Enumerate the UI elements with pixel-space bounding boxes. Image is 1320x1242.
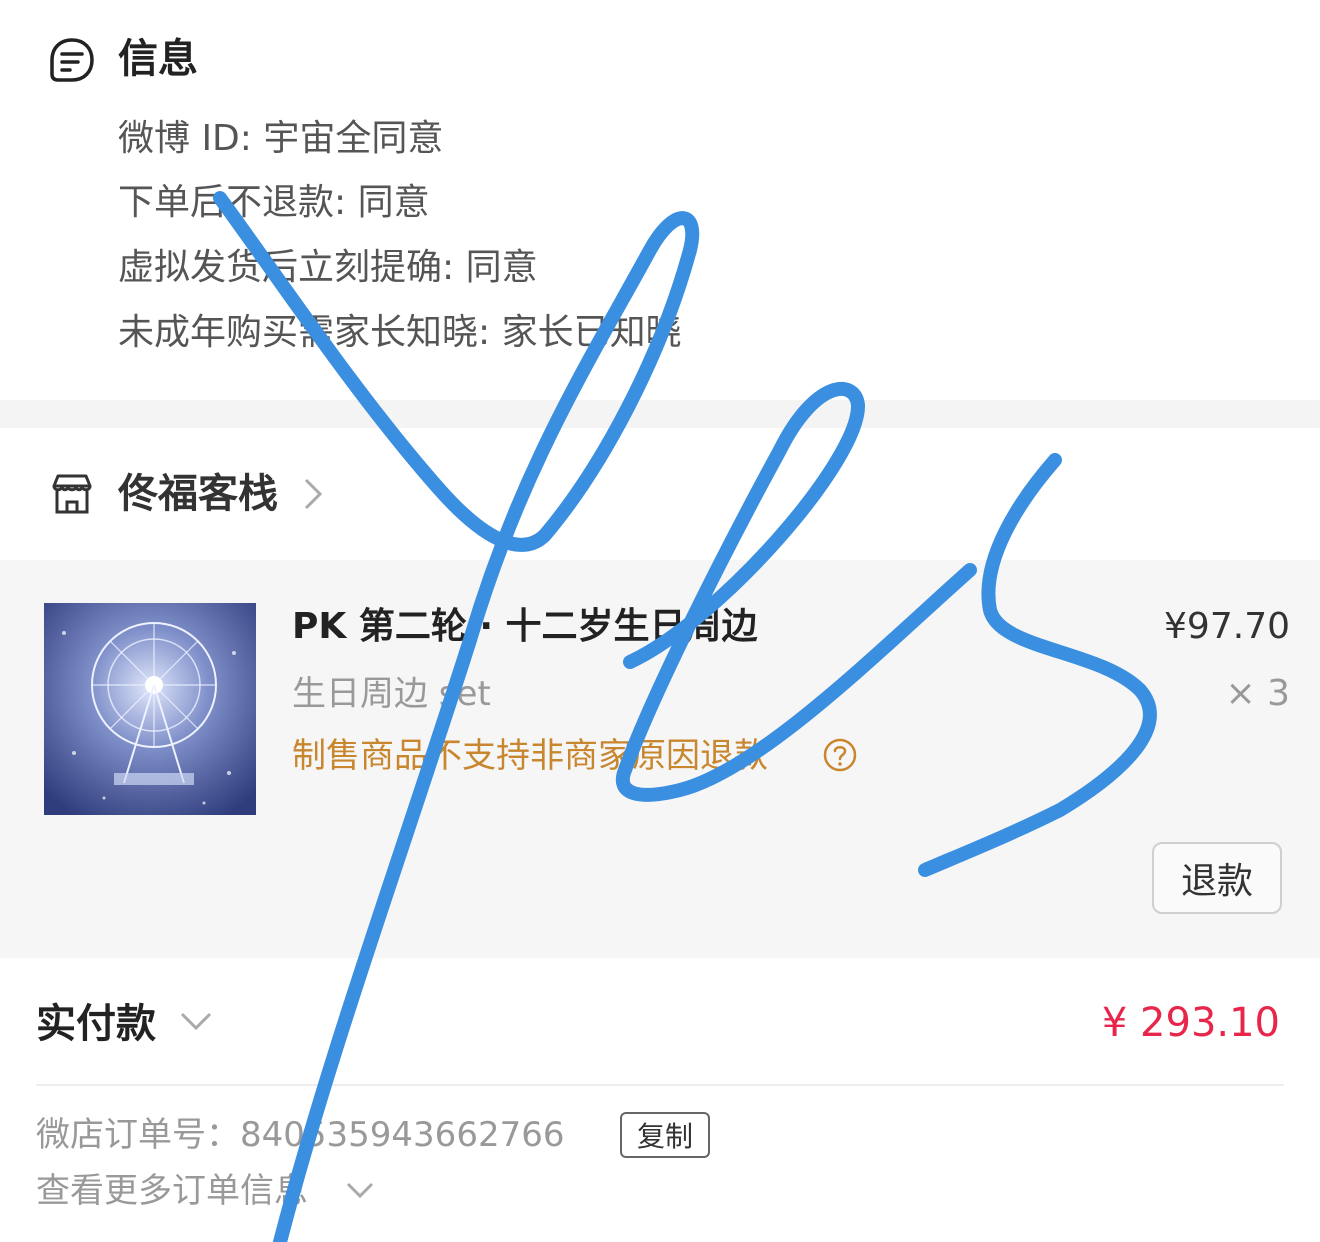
copy-order-number-button[interactable]: 复制	[620, 1112, 710, 1158]
refund-button[interactable]: 退款	[1152, 842, 1282, 914]
shop-name-link[interactable]: 佟福客栈	[118, 466, 278, 522]
product-title[interactable]: PK 第二轮 · 十二岁生日周边	[292, 600, 758, 654]
chevron-right-icon[interactable]	[300, 474, 326, 514]
product-spec: 生日周边 set	[292, 674, 491, 714]
product-quantity: × 3	[1225, 673, 1290, 714]
message-list-icon	[50, 38, 94, 82]
storefront-icon	[52, 474, 92, 514]
info-minor-consent: 未成年购买需家长知晓: 家长已知晓	[118, 312, 682, 353]
order-number-label: 微店订单号：	[36, 1115, 240, 1155]
question-mark-icon[interactable]	[822, 737, 858, 773]
order-number-value: 840535943662766	[240, 1115, 565, 1155]
divider	[36, 1084, 1284, 1086]
section-title-info: 信息	[118, 36, 198, 82]
chevron-down-icon[interactable]	[178, 1006, 214, 1036]
info-weibo-id: 微博 ID: 宇宙全同意	[118, 118, 444, 159]
section-divider-band	[0, 400, 1320, 428]
order-number-row: 微店订单号：840535943662766	[36, 1110, 564, 1160]
info-virtual-delivery: 虚拟发货后立刻提确: 同意	[118, 247, 538, 288]
refund-policy-notice: 制售商品不支持非商家原因退款	[292, 736, 768, 776]
chevron-down-icon[interactable]	[344, 1178, 376, 1204]
product-unit-price: ¥97.70	[1164, 606, 1290, 647]
info-no-refund: 下单后不退款: 同意	[118, 182, 430, 223]
more-order-info-link[interactable]: 查看更多订单信息	[36, 1166, 308, 1216]
product-thumbnail[interactable]	[44, 603, 256, 815]
paid-amount-label[interactable]: 实付款	[36, 996, 156, 1052]
paid-amount-value: ¥ 293.10	[1101, 1000, 1280, 1046]
